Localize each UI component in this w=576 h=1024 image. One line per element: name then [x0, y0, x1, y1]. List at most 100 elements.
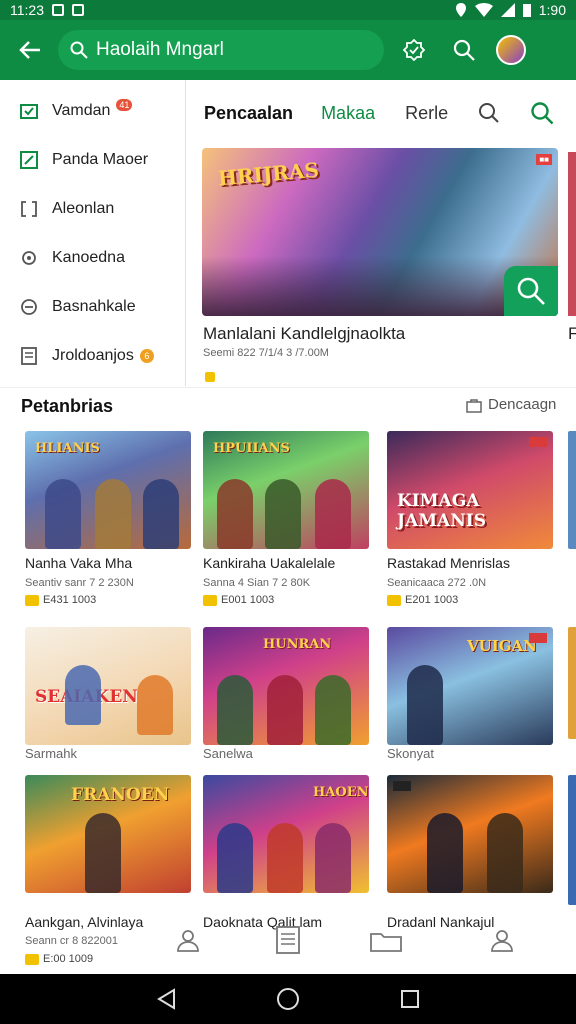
star-icon — [387, 594, 401, 606]
card-rating-text: E:00 1009 — [43, 953, 94, 965]
card-logo: HLIANIS — [35, 441, 100, 456]
card-art — [65, 665, 101, 725]
card-art — [267, 823, 303, 893]
account-icon — [491, 930, 513, 952]
tab-bar: Pencaalan Makaa Rerle — [186, 92, 576, 134]
card-logo: KIMAGA JAMANIS — [397, 491, 487, 531]
card-art — [315, 675, 351, 745]
game-card[interactable]: HAOENE — [203, 775, 369, 893]
section-link[interactable]: Dencaagn — [466, 396, 556, 413]
signal-icon — [500, 3, 515, 17]
sidebar-item-kanoedna[interactable]: Kanoedna — [0, 233, 185, 282]
card-title: Rastakad Menrislas — [387, 555, 510, 571]
card-logo: HUNRAN — [263, 637, 332, 652]
hero-banner[interactable]: HRIJRAS ■■ — [202, 148, 558, 316]
game-card[interactable]: HUNRAN — [203, 627, 369, 745]
card-art — [143, 479, 179, 549]
card-rating-text: E001 1003 — [221, 594, 275, 606]
card-rating: E201 1003 — [387, 594, 458, 606]
card-rating-text: E201 1003 — [405, 594, 459, 606]
game-card[interactable]: HPUIIANS — [203, 431, 369, 549]
nav-account-button[interactable] — [482, 920, 522, 960]
hero-title[interactable]: Manlalani Kandlelgjnaolkta — [203, 324, 405, 344]
sidebar-badge: 41 — [116, 98, 133, 111]
card-art — [137, 675, 173, 735]
sidebar-item-panda[interactable]: Panda Maoer — [0, 135, 185, 184]
card-art — [95, 479, 131, 549]
sidebar-item-basnahkale[interactable]: Basnahkale — [0, 282, 185, 331]
game-card[interactable]: HLIANIS — [25, 431, 191, 549]
card-art — [427, 813, 463, 893]
search-icon — [453, 39, 475, 61]
search-button[interactable] — [478, 102, 500, 124]
card-logo: HAOENE — [313, 785, 369, 800]
search-icon — [479, 103, 499, 123]
tab-makaa[interactable]: Makaa — [321, 103, 375, 124]
card-art — [487, 813, 523, 893]
home-icon[interactable] — [276, 987, 300, 1011]
bag-icon — [466, 398, 482, 413]
sidebar: Vamdan 41 Panda Maoer Aleonlan Kanoedna … — [0, 80, 186, 386]
tab-rerle[interactable]: Rerle — [405, 103, 448, 124]
card-peek[interactable] — [568, 775, 576, 905]
hero-peek[interactable] — [568, 152, 576, 316]
divider — [0, 387, 576, 388]
card-art — [217, 479, 253, 549]
status-bar: 11:23 1:90 — [0, 0, 576, 20]
card-tag — [529, 437, 547, 447]
search-active-button[interactable] — [530, 101, 554, 125]
list-icon — [276, 926, 300, 954]
card-rating: E001 1003 — [203, 594, 274, 606]
star-icon — [25, 953, 39, 965]
sidebar-item-label: Aleonlan — [52, 199, 115, 217]
game-card[interactable]: KIMAGA JAMANIS — [387, 431, 553, 549]
sidebar-item-label: Basnahkale — [52, 297, 136, 315]
nav-profile-button[interactable] — [168, 920, 208, 960]
card-tag — [393, 781, 411, 791]
location-icon — [455, 3, 466, 17]
section-link-label: Dencaagn — [488, 396, 557, 413]
back-icon[interactable] — [156, 988, 176, 1010]
search-button[interactable] — [444, 30, 484, 70]
hero-badge-icon — [205, 372, 215, 382]
card-art — [407, 665, 443, 745]
back-button[interactable] — [12, 32, 48, 68]
card-art — [267, 675, 303, 745]
recents-icon[interactable] — [400, 989, 420, 1009]
sidebar-item-aleonlan[interactable]: Aleonlan — [0, 184, 185, 233]
sidebar-item-label: Kanoedna — [52, 248, 125, 266]
card-art — [265, 479, 301, 549]
card-subtitle: Seanicaaca 272 .0N — [387, 577, 487, 589]
nav-library-button[interactable] — [268, 920, 308, 960]
search-icon — [531, 102, 554, 125]
sidebar-item-jroldoanjos[interactable]: Jroldoanjos 6 — [0, 331, 185, 380]
sidebar-item-vamdan[interactable]: Vamdan 41 — [0, 86, 185, 135]
badge-check-icon — [403, 39, 425, 61]
game-card[interactable]: FRANOEN — [25, 775, 191, 893]
gear-icon — [22, 250, 36, 265]
card-subtitle: Sanna 4 Sian 7 2 80K — [203, 577, 311, 589]
verified-button[interactable] — [394, 30, 434, 70]
hero-search-button[interactable] — [504, 266, 558, 316]
section-title: Petanbrias — [21, 396, 114, 416]
game-card[interactable]: SEAIAKEN — [25, 627, 191, 745]
status-time: 11:23 — [10, 2, 44, 18]
battery-text: 1:90 — [538, 2, 566, 18]
card-peek[interactable] — [568, 431, 576, 549]
card-title: Skonyat — [387, 746, 434, 761]
game-card[interactable]: VUIGAN — [387, 627, 553, 745]
game-card[interactable] — [387, 775, 553, 893]
card-peek[interactable] — [568, 627, 576, 739]
star-icon — [203, 594, 217, 606]
search-text: Haolaih Mngarl — [96, 39, 224, 60]
tab-pencaalan[interactable]: Pencaalan — [204, 103, 293, 124]
avatar[interactable] — [496, 35, 526, 65]
card-title: Sanelwa — [203, 746, 253, 761]
hero-tag: ■■ — [536, 154, 552, 165]
search-input[interactable]: Haolaih Mngarl — [58, 30, 384, 70]
folder-icon — [370, 933, 402, 952]
settings-icon — [21, 298, 37, 315]
nav-folder-button[interactable] — [366, 920, 406, 960]
sidebar-item-label: Vamdan — [52, 101, 111, 119]
document-icon — [21, 346, 37, 365]
